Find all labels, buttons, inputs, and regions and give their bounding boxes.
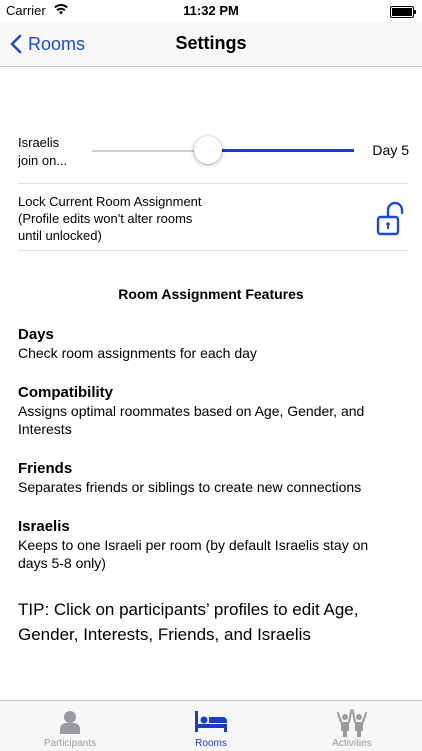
- feature-description: Assigns optimal roommates based on Age, …: [18, 403, 365, 437]
- lock-label: Lock Current Room Assignment (Profile ed…: [18, 193, 202, 244]
- navigation-bar: Rooms Settings: [0, 22, 422, 67]
- unlocked-padlock-icon[interactable]: [374, 201, 410, 237]
- tab-participants[interactable]: Participants: [0, 701, 140, 751]
- israelis-join-setting: Israelis join on... Day 5: [0, 124, 422, 182]
- lock-label-line1: Lock Current Room Assignment: [18, 194, 202, 209]
- feature-days: Days Check room assignments for each day: [18, 326, 388, 362]
- status-bar: Carrier 11:32 PM: [0, 0, 422, 22]
- feature-description: Keeps to one Israeli per room (by defaul…: [18, 537, 369, 571]
- bed-icon: [195, 711, 227, 732]
- page-title: Settings: [175, 33, 247, 53]
- lock-label-line2: (Profile edits won't alter rooms: [18, 211, 193, 226]
- tab-activities[interactable]: Activities: [282, 701, 422, 751]
- feature-compatibility: Compatibility Assigns optimal roommates …: [18, 384, 388, 438]
- lock-label-line3: until unlocked): [18, 228, 102, 243]
- lock-room-assignment-setting: Lock Current Room Assignment (Profile ed…: [0, 188, 422, 246]
- feature-name: Compatibility: [18, 384, 114, 401]
- battery-icon: [390, 6, 416, 18]
- slider-thumb[interactable]: [194, 136, 222, 164]
- slider-label-line2: join on...: [18, 153, 68, 168]
- slider-value: Day 5: [372, 142, 409, 158]
- divider: [18, 183, 408, 184]
- tab-bar: Participants Rooms Activities: [0, 700, 422, 751]
- features-title: Room Assignment Features: [118, 286, 304, 302]
- person-icon: [60, 711, 80, 734]
- slider-track-unfilled[interactable]: [92, 150, 208, 152]
- divider: [18, 250, 408, 251]
- feature-israelis: Israelis Keeps to one Israeli per room (…: [18, 518, 388, 572]
- status-time: 11:32 PM: [183, 3, 239, 18]
- feature-description: Separates friends or siblings to create …: [18, 479, 362, 495]
- feature-name: Friends: [18, 460, 73, 477]
- tab-label: Activities: [332, 738, 372, 749]
- people-cheering-icon: [337, 709, 367, 737]
- feature-description: Check room assignments for each day: [18, 345, 257, 361]
- slider-track-filled[interactable]: [208, 149, 354, 152]
- feature-name: Israelis: [18, 518, 70, 535]
- feature-name: Days: [18, 326, 54, 343]
- tip-text: TIP: Click on participants’ profiles to …: [18, 600, 359, 644]
- slider-label: Israelis join on...: [18, 134, 88, 170]
- feature-friends: Friends Separates friends or siblings to…: [18, 460, 388, 496]
- tab-label: Participants: [43, 738, 97, 749]
- tab-label: Rooms: [195, 738, 227, 749]
- slider-label-line1: Israelis: [18, 135, 60, 150]
- tab-rooms[interactable]: Rooms: [141, 701, 281, 751]
